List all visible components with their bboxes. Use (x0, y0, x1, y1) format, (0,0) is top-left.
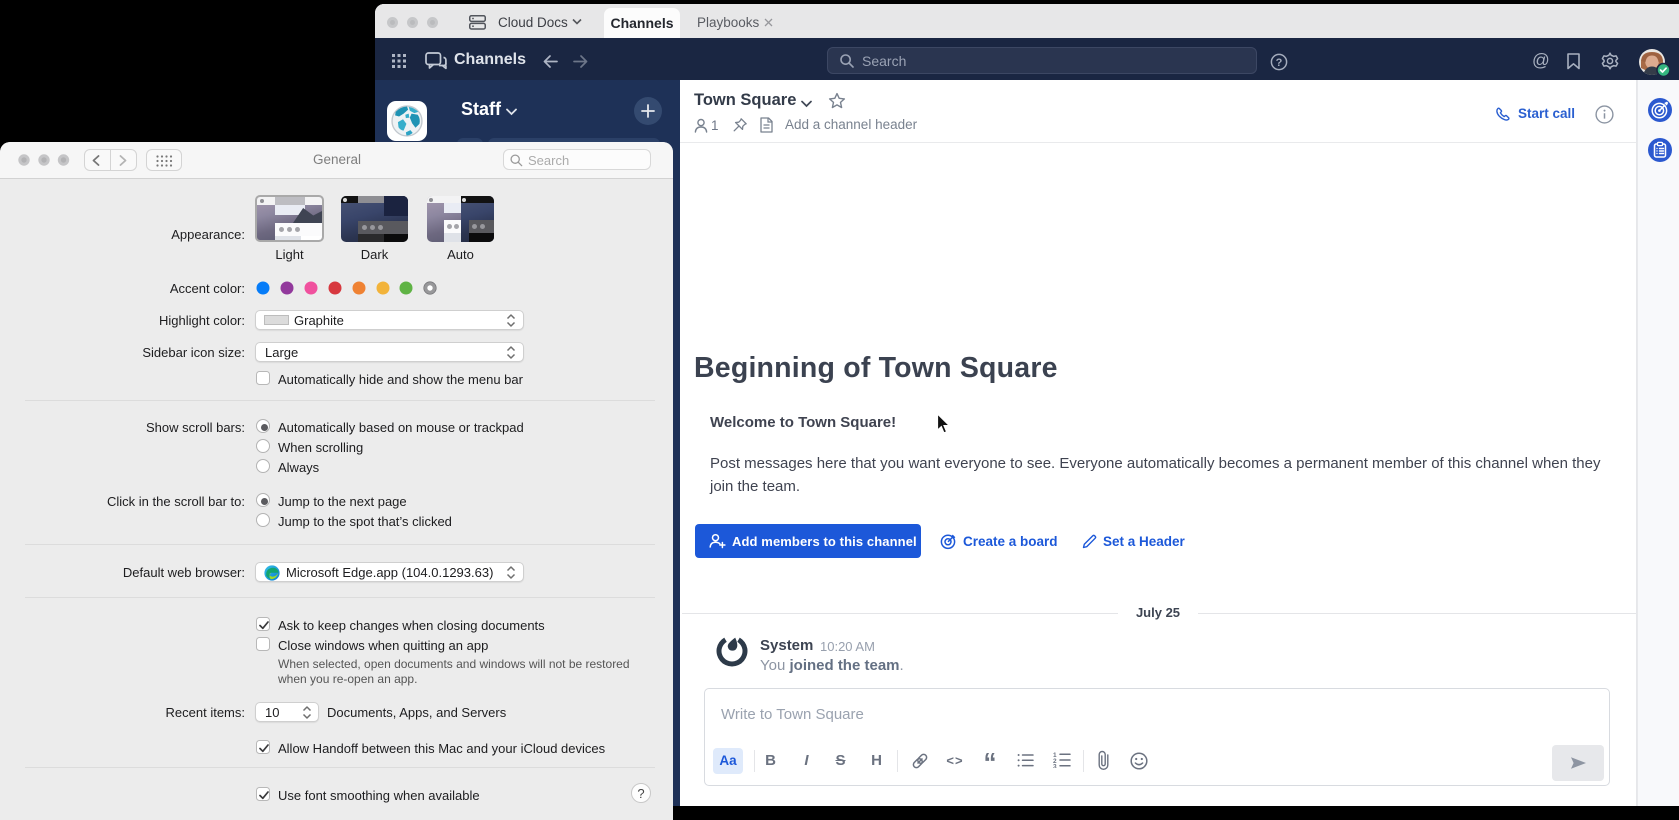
svg-text:?: ? (1276, 57, 1283, 69)
svg-text:3: 3 (1053, 764, 1057, 769)
